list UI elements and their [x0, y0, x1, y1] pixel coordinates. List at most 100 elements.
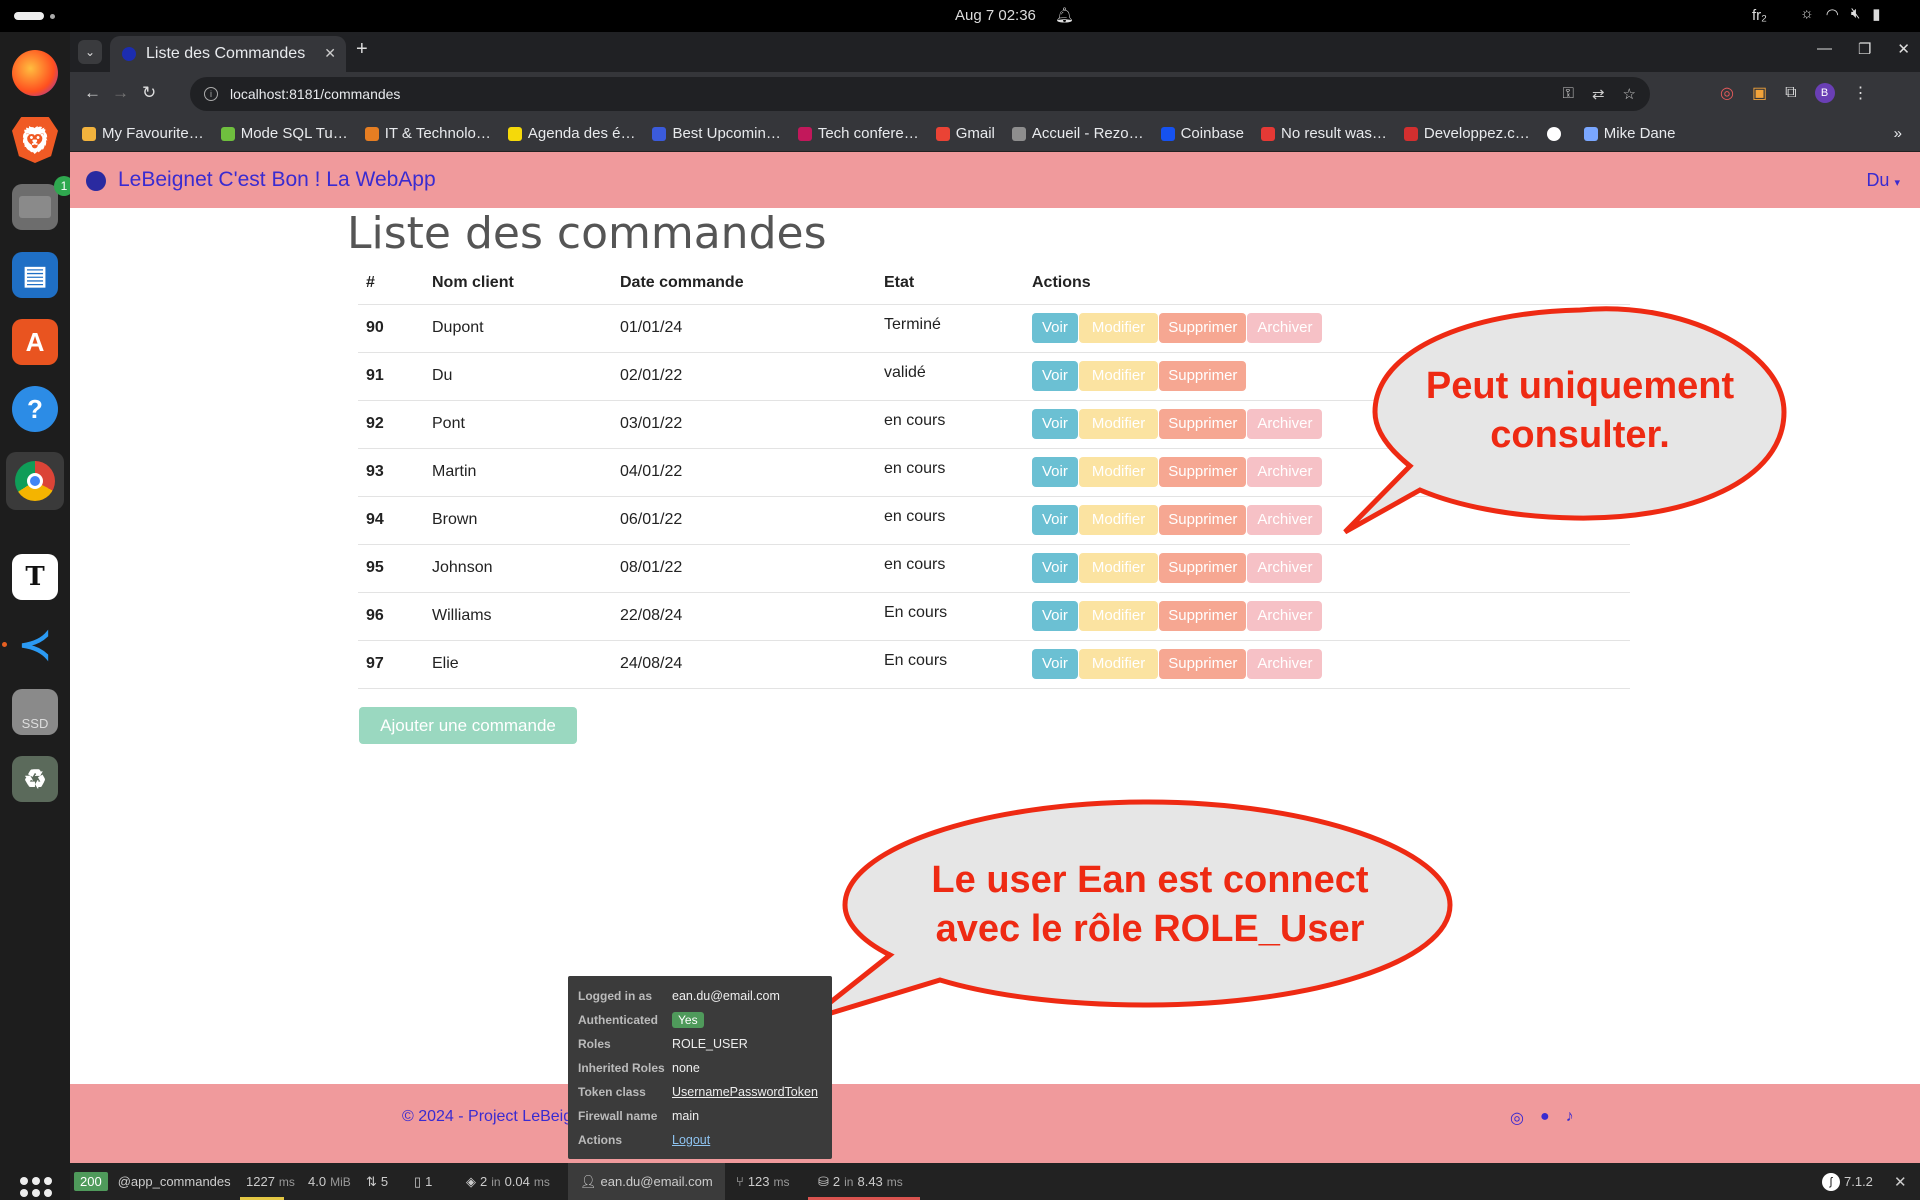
chrome-icon[interactable]	[6, 452, 64, 510]
instagram-icon[interactable]: ◎	[1510, 1108, 1524, 1128]
edit-button[interactable]: Modifier	[1078, 649, 1159, 679]
extensions-puzzle-icon[interactable]: ⧉	[1785, 84, 1796, 102]
reload-icon[interactable]: ↻	[142, 83, 156, 103]
translate-icon[interactable]: ⇄	[1592, 85, 1605, 103]
close-tab-icon[interactable]: ✕	[324, 45, 336, 62]
extension-flag-icon[interactable]: ▣	[1752, 83, 1767, 103]
system-tray[interactable]: ☼ ◠ 🔇︎ ▮	[1800, 5, 1881, 23]
archive-button[interactable]: Archiver	[1247, 457, 1323, 487]
writer-icon[interactable]: ▤	[12, 252, 58, 298]
close-window-icon[interactable]: ✕	[1897, 40, 1910, 58]
bookmark-item[interactable]: Coinbase	[1160, 125, 1244, 142]
view-button[interactable]: Voir	[1032, 361, 1078, 391]
profile-avatar[interactable]: B	[1814, 83, 1835, 103]
bookmark-item[interactable]: Accueil - Rezo…	[1011, 125, 1144, 142]
vscode-icon[interactable]: ≺	[12, 622, 58, 668]
profiler-requests[interactable]: ⇅ 5	[366, 1163, 388, 1200]
bookmark-item[interactable]: Tech confere…	[797, 125, 919, 142]
delete-button[interactable]: Supprimer	[1159, 457, 1247, 487]
bookmark-item[interactable]: No result was…	[1260, 125, 1387, 142]
bell-icon[interactable]: 🔔︎	[1055, 6, 1074, 24]
view-button[interactable]: Voir	[1032, 601, 1078, 631]
delete-button[interactable]: Supprimer	[1159, 361, 1247, 391]
extension-icon[interactable]: ◎	[1720, 83, 1734, 103]
key-icon[interactable]: ⚿	[1563, 85, 1574, 103]
input-language[interactable]: fr₂	[1752, 7, 1767, 24]
security-value[interactable]: UsernamePasswordToken	[672, 1085, 818, 1099]
trash-icon[interactable]: ♻︎	[12, 756, 58, 802]
profiler-database[interactable]: ⛁ 2 in 8.43 ms	[818, 1163, 903, 1200]
view-button[interactable]: Voir	[1032, 505, 1078, 535]
show-apps-icon[interactable]	[20, 1177, 52, 1200]
forward-icon[interactable]: →	[112, 83, 129, 103]
help-icon[interactable]: ?	[12, 386, 58, 432]
bookmark-item[interactable]: IT & Technolo…	[364, 125, 491, 142]
bookmark-star-icon[interactable]: ☆	[1623, 85, 1636, 103]
app-center-icon[interactable]: A	[12, 319, 58, 365]
archive-button[interactable]: Archiver	[1247, 505, 1323, 535]
profiler-memory[interactable]: 4.0 MiB	[308, 1163, 351, 1200]
edit-button[interactable]: Modifier	[1078, 505, 1159, 535]
new-tab-icon[interactable]: +	[356, 38, 368, 61]
profiler-events[interactable]: ⑂ 123 ms	[736, 1163, 790, 1200]
tiktok-icon[interactable]: ♪	[1566, 1108, 1574, 1128]
user-dropdown[interactable]: Du ▾	[1866, 170, 1900, 191]
menu-kebab-icon[interactable]: ⋮	[1853, 83, 1869, 103]
profiler-request[interactable]: 200 @app_commandes	[74, 1163, 231, 1200]
view-button[interactable]: Voir	[1032, 457, 1078, 487]
bookmark-item[interactable]: Gmail	[935, 125, 995, 142]
delete-button[interactable]: Supprimer	[1159, 649, 1247, 679]
address-url[interactable]: localhost:8181/commandes	[230, 86, 400, 102]
bookmark-item[interactable]: Best Upcomin…	[652, 125, 781, 142]
delete-button[interactable]: Supprimer	[1159, 553, 1247, 583]
archive-button[interactable]: Archiver	[1247, 601, 1323, 631]
archive-button[interactable]: Archiver	[1247, 313, 1323, 343]
view-button[interactable]: Voir	[1032, 409, 1078, 439]
bookmark-item[interactable]: Agenda des é…	[507, 125, 635, 142]
edit-button[interactable]: Modifier	[1078, 361, 1159, 391]
archive-button[interactable]: Archiver	[1247, 409, 1323, 439]
address-bar[interactable]: i localhost:8181/commandes ⚿ ⇄ ☆	[190, 77, 1650, 111]
bookmark-item[interactable]: My Favourite…	[82, 125, 204, 142]
archive-button[interactable]: Archiver	[1247, 553, 1323, 583]
delete-button[interactable]: Supprimer	[1159, 313, 1247, 343]
view-button[interactable]: Voir	[1032, 553, 1078, 583]
view-button[interactable]: Voir	[1032, 649, 1078, 679]
profiler-cache[interactable]: ◈ 2 in 0.04 ms	[466, 1163, 550, 1200]
edit-button[interactable]: Modifier	[1078, 313, 1159, 343]
delete-button[interactable]: Supprimer	[1159, 505, 1247, 535]
delete-button[interactable]: Supprimer	[1159, 409, 1247, 439]
files-icon[interactable]: 1	[12, 176, 74, 230]
minimize-icon[interactable]: —	[1817, 40, 1832, 58]
delete-button[interactable]: Supprimer	[1159, 601, 1247, 631]
maximize-icon[interactable]: ❐	[1858, 40, 1871, 58]
view-button[interactable]: Voir	[1032, 313, 1078, 343]
bookmark-item[interactable]: Developpez.c…	[1403, 125, 1530, 142]
add-order-button[interactable]: Ajouter une commande	[359, 707, 577, 744]
brave-icon[interactable]: 🦁︎	[12, 117, 58, 163]
system-clock[interactable]: Aug 7 02:36	[955, 7, 1036, 24]
profiler-security[interactable]: 👤︎ ean.du@email.com	[568, 1163, 725, 1200]
profiler-symfony-version[interactable]: ʃ 7.1.2	[1822, 1163, 1873, 1200]
firefox-icon[interactable]	[12, 50, 58, 96]
workspace-indicator[interactable]	[14, 12, 44, 20]
logout-link[interactable]: Logout	[672, 1133, 710, 1147]
edit-button[interactable]: Modifier	[1078, 457, 1159, 487]
app-brand[interactable]: LeBeignet C'est Bon ! La WebApp	[118, 168, 436, 192]
bookmark-item[interactable]: Mode SQL Tu…	[220, 125, 348, 142]
edit-button[interactable]: Modifier	[1078, 553, 1159, 583]
profiler-forms[interactable]: ▯ 1	[414, 1163, 432, 1200]
more-bookmarks-icon[interactable]: »	[1894, 125, 1902, 142]
app-logo[interactable]	[86, 171, 106, 191]
ssd-drive-icon[interactable]: SSD	[12, 689, 58, 735]
archive-button[interactable]: Archiver	[1247, 649, 1323, 679]
bookmark-item[interactable]	[1546, 126, 1567, 141]
profiler-time[interactable]: 1227 ms	[246, 1163, 295, 1200]
back-icon[interactable]: ←	[84, 83, 101, 103]
edit-button[interactable]: Modifier	[1078, 409, 1159, 439]
bookmark-item[interactable]: Mike Dane	[1583, 125, 1675, 142]
edit-button[interactable]: Modifier	[1078, 601, 1159, 631]
tab-search-icon[interactable]: ⌄	[78, 40, 102, 64]
tab-liste-commandes[interactable]: Liste des Commandes ✕	[110, 36, 346, 72]
site-info-icon[interactable]: i	[204, 87, 218, 101]
